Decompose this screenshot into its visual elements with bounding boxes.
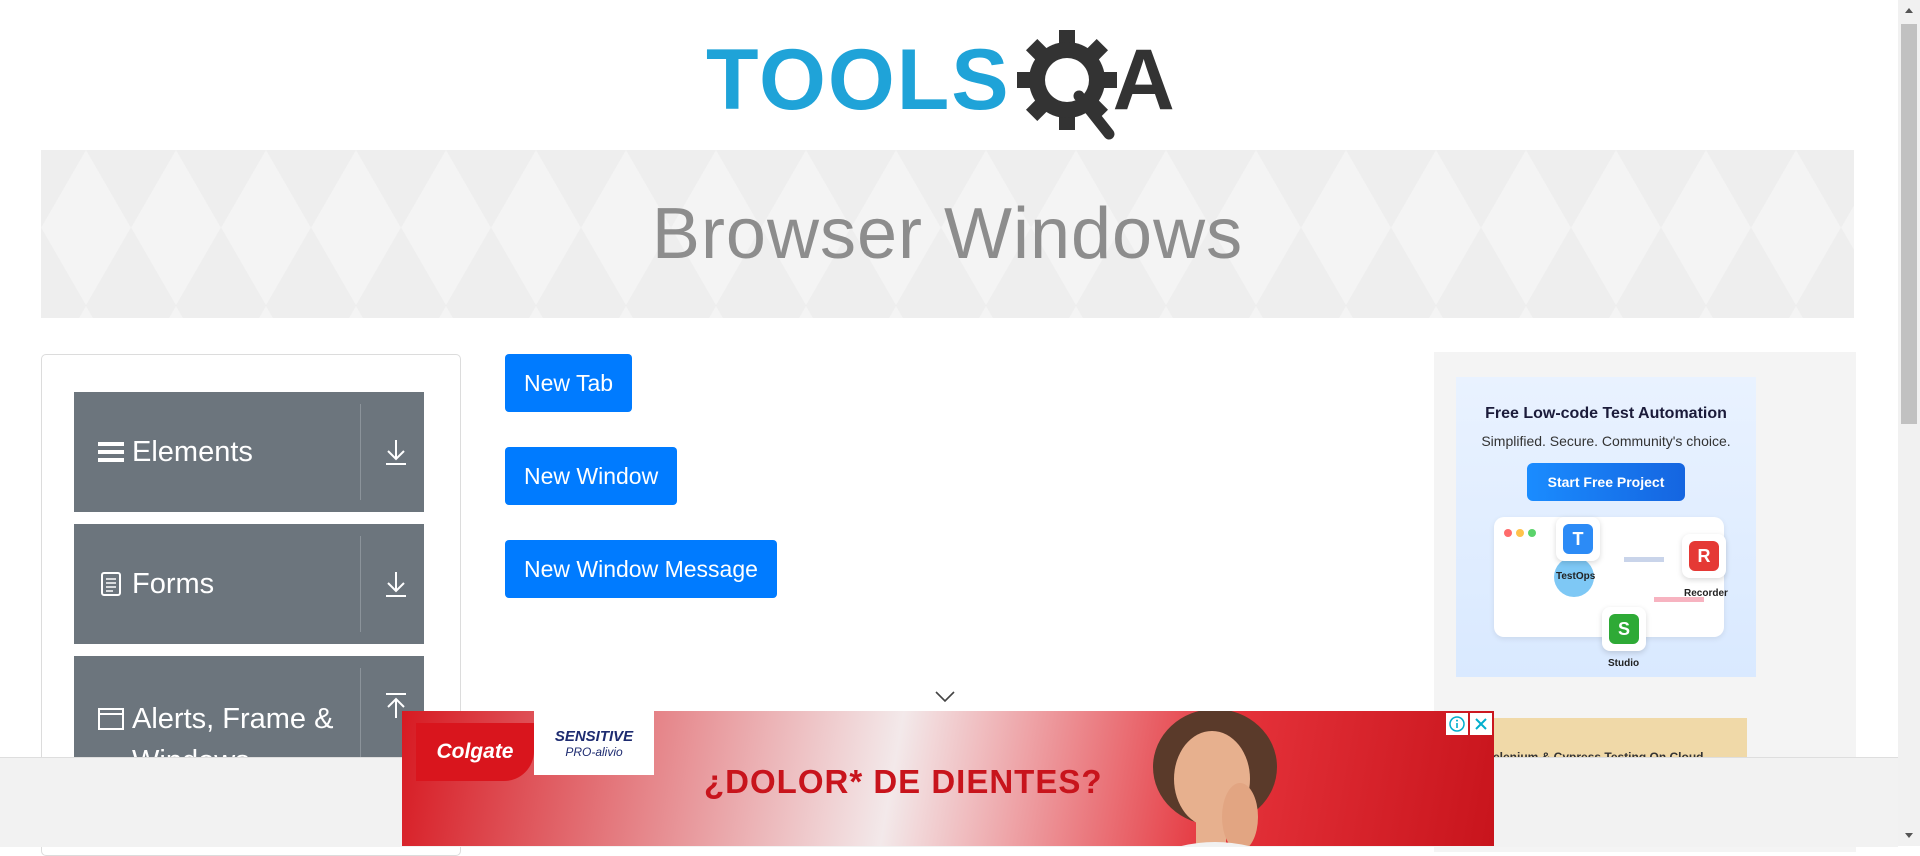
woman-image [1120, 711, 1310, 846]
sidebar-group-elements[interactable]: Elements [74, 392, 424, 512]
divider [360, 536, 361, 632]
divider [360, 668, 361, 764]
logo-text-tools: TOOLS [706, 32, 1011, 128]
ad-close-icon[interactable] [1470, 713, 1492, 735]
document-icon [98, 571, 124, 597]
ad-headline: ¿DOLOR* DE DIENTES? [704, 763, 1103, 800]
product-line2: PRO-alivio [565, 745, 623, 759]
toolsqa-logo[interactable]: TOOLS A [706, 22, 1192, 140]
tile-label-testops: TestOps [1556, 571, 1596, 582]
sidebar-group-forms[interactable]: Forms [74, 524, 424, 644]
new-tab-button[interactable]: New Tab [505, 354, 633, 412]
window-icon [98, 706, 124, 732]
ad-subtitle: Simplified. Secure. Community's choice. [1481, 433, 1731, 449]
logo-text-a: A [1112, 32, 1175, 128]
sidebar-group-label: Forms [132, 567, 215, 600]
gear-magnifier-icon [1016, 30, 1117, 140]
sidebar-group-header: Elements [98, 392, 253, 512]
page-banner: Browser Windows [41, 150, 1854, 318]
start-free-project-button[interactable]: Start Free Project [1527, 463, 1685, 501]
menu-icon [98, 439, 124, 465]
product-line1: SENSITIVE [554, 728, 634, 745]
download-icon[interactable] [376, 524, 416, 644]
product-logo: SENSITIVE PRO-alivio [534, 711, 654, 775]
divider [360, 404, 361, 500]
colgate-ad[interactable]: Colgate SENSITIVE PRO-alivio ¿DOLOR* DE … [402, 711, 1494, 846]
new-window-button[interactable]: New Window [505, 447, 678, 505]
katalon-ad[interactable]: Free Low-code Test Automation Simplified… [1456, 377, 1756, 677]
sidebar-group-header: Forms [98, 524, 214, 644]
scroll-down-arrow-icon[interactable] [1898, 826, 1920, 846]
ad-title: Free Low-code Test Automation [1485, 405, 1727, 422]
sidebar-group-label: Elements [132, 435, 253, 468]
recorder-icon: R [1682, 534, 1726, 578]
scrollbar-thumb[interactable] [1901, 24, 1917, 424]
download-icon[interactable] [376, 392, 416, 512]
vertical-scrollbar[interactable] [1898, 0, 1920, 846]
tile-label-recorder: Recorder [1684, 588, 1728, 599]
new-window-message-button[interactable]: New Window Message [505, 540, 777, 598]
page-title: Browser Windows [651, 194, 1244, 274]
ad-info-icon[interactable] [1446, 713, 1468, 735]
studio-icon: S [1602, 607, 1646, 651]
testops-icon: T [1556, 517, 1600, 561]
chevron-down-icon[interactable] [935, 690, 955, 704]
tile-label-studio: Studio [1608, 658, 1640, 669]
secondary-ad[interactable]: Selenium & Cypress Testing On Cloud [1481, 718, 1747, 758]
colgate-logo: Colgate [416, 723, 534, 781]
scroll-up-arrow-icon[interactable] [1898, 0, 1920, 20]
